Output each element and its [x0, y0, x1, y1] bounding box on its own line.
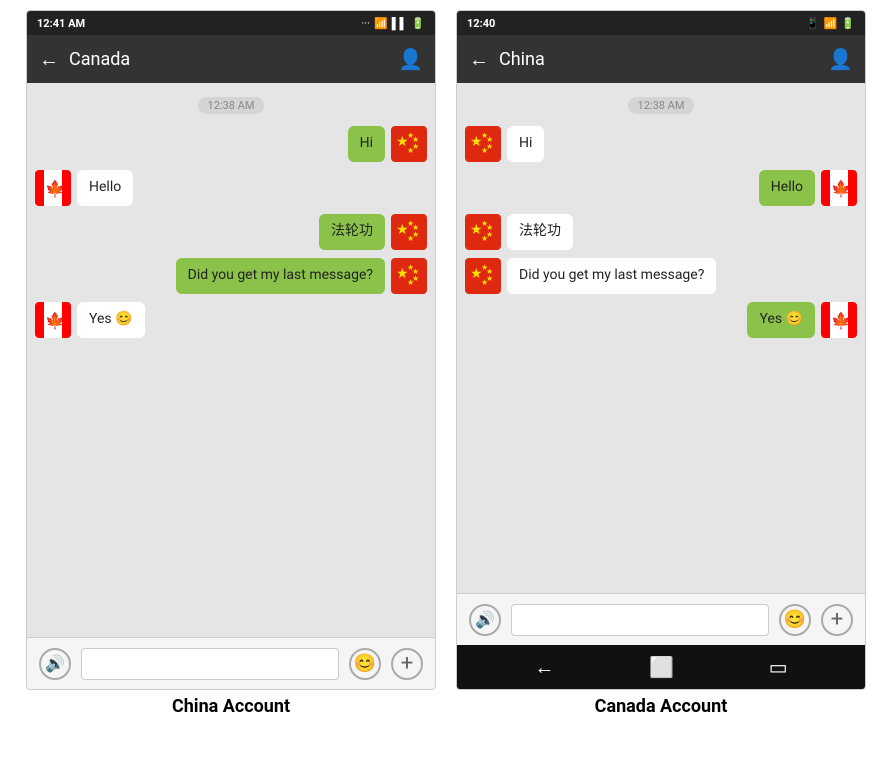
svg-text:🍁: 🍁	[45, 311, 65, 330]
left-chat-area: 12:38 AM ★ ★ ★ ★ ★ Hi	[27, 83, 435, 637]
svg-text:★: ★	[481, 278, 488, 287]
left-phone-wrapper: 12:41 AM ··· 📶 ▌▌ 🔋 ← Canada 👤 12:38 AM	[26, 10, 436, 717]
left-time: 12:41 AM	[37, 17, 85, 30]
right-chat-area: 12:38 AM ★ ★ ★ ★ ★ Hi	[457, 83, 865, 593]
svg-text:🍁: 🍁	[831, 179, 851, 198]
signal-icon: ▌▌	[392, 17, 408, 30]
left-text-input[interactable]	[81, 648, 339, 680]
left-contact-icon[interactable]: 👤	[398, 47, 423, 71]
right-bubble-3: 法轮功	[507, 214, 573, 250]
svg-text:★: ★	[407, 234, 414, 243]
right-status-bar: 12:40 📱 📶 🔋	[457, 11, 865, 35]
right-bubble-5: Yes 😊	[747, 302, 815, 338]
left-msg-2: 🍁 Hello	[35, 170, 427, 206]
battery-icon-r: 🔋	[841, 17, 855, 30]
right-msg-1: ★ ★ ★ ★ ★ Hi	[465, 126, 857, 162]
phones-container: 12:41 AM ··· 📶 ▌▌ 🔋 ← Canada 👤 12:38 AM	[0, 0, 892, 717]
left-status-bar: 12:41 AM ··· 📶 ▌▌ 🔋	[27, 11, 435, 35]
right-phone-wrapper: 12:40 📱 📶 🔋 ← China 👤 12:38 AM	[456, 10, 866, 717]
left-chat-title: Canada	[69, 49, 388, 70]
right-timestamp: 12:38 AM	[628, 97, 695, 114]
right-android-nav: ← ⬜ ▭	[457, 645, 865, 689]
left-msg-1: ★ ★ ★ ★ ★ Hi	[35, 126, 427, 162]
left-add-button[interactable]: +	[391, 648, 423, 680]
battery-icon: 🔋	[411, 17, 425, 30]
left-bottom-bar: 🔊 😊 +	[27, 637, 435, 689]
right-china-flag-3: ★ ★ ★ ★ ★	[465, 258, 501, 294]
left-voice-button[interactable]: 🔊	[39, 648, 71, 680]
left-msg-3: ★ ★ ★ ★ ★ 法轮功	[35, 214, 427, 250]
right-china-flag-1: ★ ★ ★ ★ ★	[465, 126, 501, 162]
right-chat-title: China	[499, 49, 818, 70]
right-canada-flag-2: 🍁	[821, 302, 857, 338]
right-bubble-1: Hi	[507, 126, 544, 162]
left-bubble-2: Hello	[77, 170, 133, 206]
android-recents-button[interactable]: ▭	[769, 655, 788, 679]
left-phone: 12:41 AM ··· 📶 ▌▌ 🔋 ← Canada 👤 12:38 AM	[26, 10, 436, 690]
left-msg-4: ★ ★ ★ ★ ★ Did you get my last message?	[35, 258, 427, 294]
right-text-input[interactable]	[511, 604, 769, 636]
right-bubble-2: Hello	[759, 170, 815, 206]
china-flag-3: ★ ★ ★ ★ ★	[391, 258, 427, 294]
right-canada-flag-1: 🍁	[821, 170, 857, 206]
dots-icon: ···	[361, 17, 370, 30]
right-add-button[interactable]: +	[821, 604, 853, 636]
svg-text:★: ★	[481, 146, 488, 155]
right-bottom-bar: 🔊 😊 +	[457, 593, 865, 645]
android-home-button[interactable]: ⬜	[649, 655, 674, 679]
right-msg-4: ★ ★ ★ ★ ★ Did you get my last message?	[465, 258, 857, 294]
left-bubble-5: Yes 😊	[77, 302, 145, 338]
right-bubble-4: Did you get my last message?	[507, 258, 716, 294]
wifi-icon: 📶	[374, 17, 388, 30]
canada-flag-2: 🍁	[35, 302, 71, 338]
right-time: 12:40	[467, 17, 495, 30]
svg-text:🍁: 🍁	[831, 311, 851, 330]
right-voice-button[interactable]: 🔊	[469, 604, 501, 636]
left-msg-5: 🍁 Yes 😊	[35, 302, 427, 338]
right-emoji-button[interactable]: 😊	[779, 604, 811, 636]
left-caption: China Account	[172, 696, 290, 717]
svg-text:🍁: 🍁	[45, 179, 65, 198]
svg-text:★: ★	[481, 234, 488, 243]
right-caption: Canada Account	[595, 696, 728, 717]
right-china-flag-2: ★ ★ ★ ★ ★	[465, 214, 501, 250]
right-msg-5: 🍁 Yes 😊	[465, 302, 857, 338]
right-msg-3: ★ ★ ★ ★ ★ 法轮功	[465, 214, 857, 250]
left-timestamp: 12:38 AM	[198, 97, 265, 114]
left-status-icons: ··· 📶 ▌▌ 🔋	[361, 17, 425, 30]
right-contact-icon[interactable]: 👤	[828, 47, 853, 71]
right-msg-2: 🍁 Hello	[465, 170, 857, 206]
right-app-bar: ← China 👤	[457, 35, 865, 83]
wifi-icon-r: 📶	[824, 17, 838, 30]
phone-icon: 📱	[806, 17, 820, 30]
china-flag-2: ★ ★ ★ ★ ★	[391, 214, 427, 250]
left-emoji-button[interactable]: 😊	[349, 648, 381, 680]
left-bubble-3: 法轮功	[319, 214, 385, 250]
svg-text:★: ★	[407, 278, 414, 287]
right-back-button[interactable]: ←	[469, 47, 489, 72]
android-back-button[interactable]: ←	[534, 655, 554, 680]
left-app-bar: ← Canada 👤	[27, 35, 435, 83]
right-status-icons: 📱 📶 🔋	[806, 17, 855, 30]
china-flag-1: ★ ★ ★ ★ ★	[391, 126, 427, 162]
canada-flag-1: 🍁	[35, 170, 71, 206]
right-phone: 12:40 📱 📶 🔋 ← China 👤 12:38 AM	[456, 10, 866, 690]
left-back-button[interactable]: ←	[39, 47, 59, 72]
left-bubble-4: Did you get my last message?	[176, 258, 385, 294]
svg-text:★: ★	[407, 146, 414, 155]
left-bubble-1: Hi	[348, 126, 385, 162]
